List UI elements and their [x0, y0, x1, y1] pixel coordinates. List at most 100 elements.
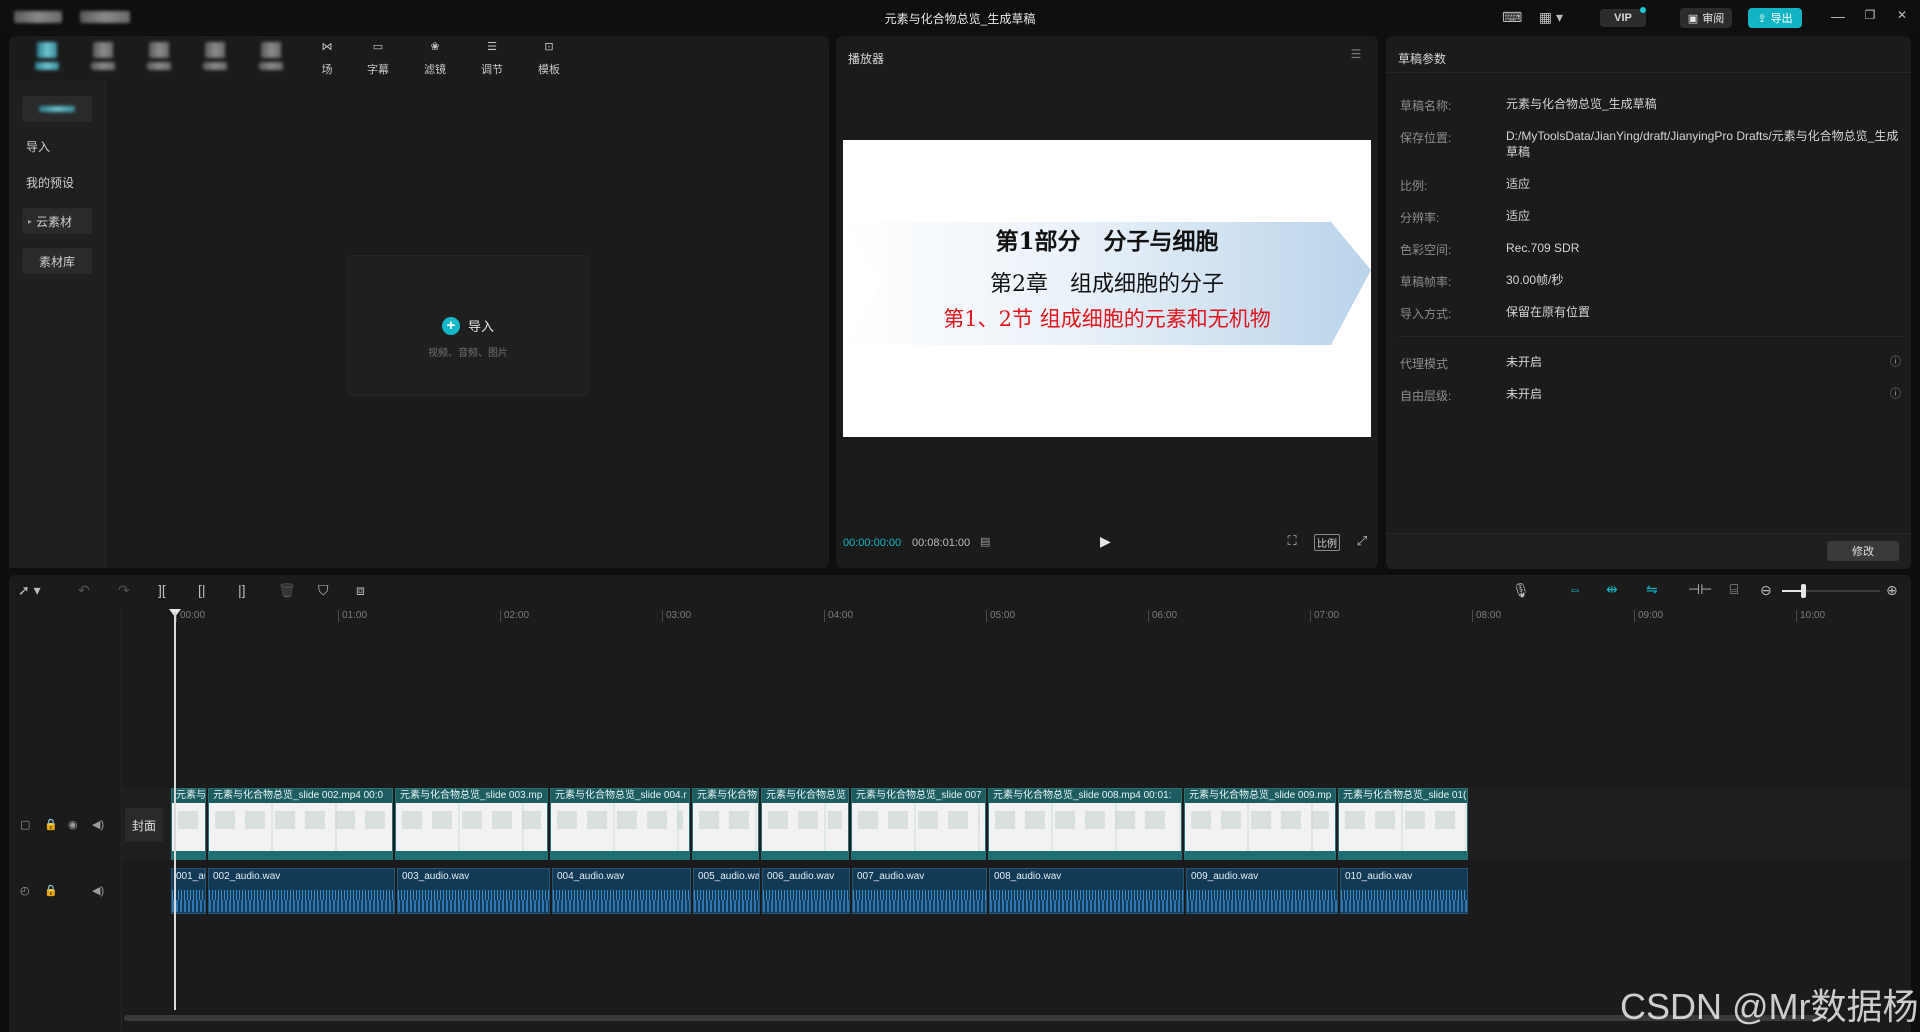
- video-clip[interactable]: 元素与化合物总览_slide 009.mp: [1184, 788, 1336, 860]
- media-tab-4[interactable]: [190, 42, 240, 70]
- trim-right-icon[interactable]: |]: [238, 582, 246, 598]
- video-clip-thumbnails: [172, 803, 205, 851]
- video-clip[interactable]: 元素与化合物总览_slide 004.r: [550, 788, 690, 860]
- fit-screen-icon[interactable]: ⛶: [1283, 533, 1301, 549]
- crop-icon[interactable]: ⧈: [356, 582, 365, 599]
- minimize-icon[interactable]: —: [1830, 8, 1846, 24]
- review-button[interactable]: ▣ 审阅: [1680, 8, 1732, 28]
- import-label: 导入: [467, 319, 494, 334]
- audio-waveform: [990, 884, 1183, 913]
- nav-item-import[interactable]: 导入: [10, 133, 90, 159]
- fullscreen-icon[interactable]: ⤢: [1354, 533, 1370, 549]
- media-tab-caption[interactable]: ▭ 字幕: [353, 40, 403, 77]
- undo-icon[interactable]: ↶: [78, 582, 90, 599]
- video-clip-label: 元素与化合物总览_slide 009.mp: [1185, 789, 1335, 803]
- cover-button[interactable]: 封面: [125, 808, 163, 842]
- media-tab-2[interactable]: [78, 42, 128, 70]
- player-menu-icon[interactable]: ☰: [1348, 47, 1364, 61]
- main-track-magnet-icon[interactable]: ⇔: [1568, 581, 1582, 597]
- audio-waveform: [209, 884, 394, 913]
- prop-value-colorspace: Rec.709 SDR: [1506, 241, 1580, 255]
- mark-icon[interactable]: ⛉: [318, 582, 329, 599]
- video-clip[interactable]: 元素与化合物总览_slide 002.mp4 00:0: [208, 788, 393, 860]
- prop-value-path: D:/MyToolsData/JianYing/draft/JianyingPr…: [1506, 129, 1899, 159]
- trim-left-icon[interactable]: [|: [198, 582, 206, 598]
- media-tab-filter[interactable]: ❀ 滤镜: [410, 40, 460, 77]
- nav-item-library[interactable]: 素材库: [22, 248, 92, 274]
- timecode-format-icon[interactable]: ▤: [980, 535, 990, 548]
- media-tab-5[interactable]: [246, 42, 296, 70]
- audio-track-toggle-icon[interactable]: ◴: [20, 884, 30, 897]
- timeline-scrollbar[interactable]: [124, 1015, 1824, 1021]
- linkage-icon[interactable]: ⇋: [1646, 581, 1658, 598]
- audio-lock-icon[interactable]: 🔒: [44, 884, 58, 897]
- video-clip-label: 元素与化合物: [693, 789, 758, 803]
- media-tab-template[interactable]: ⊡ 模板: [524, 40, 574, 77]
- audio-waveform: [398, 884, 549, 913]
- video-clip[interactable]: 元素与化合物: [692, 788, 759, 860]
- layout-icon[interactable]: ▦ ▾: [1536, 9, 1566, 26]
- audio-clip[interactable]: 009_audio.wav: [1186, 868, 1338, 914]
- audio-clip-label: 009_audio.wav: [1191, 871, 1259, 882]
- ruler-tick: 09:00: [1634, 610, 1663, 622]
- audio-clip[interactable]: 006_audio.wav: [762, 868, 850, 914]
- play-button[interactable]: ▶: [1100, 533, 1111, 550]
- prop-label-framerate: 草稿帧率:: [1400, 275, 1452, 289]
- export-button[interactable]: ⇪ 导出: [1748, 8, 1802, 28]
- import-dropzone[interactable]: + 导入 视频、音频、图片: [347, 255, 589, 396]
- audio-clip[interactable]: 005_audio.wa: [693, 868, 760, 914]
- audio-clip[interactable]: 008_audio.wav: [989, 868, 1184, 914]
- help-icon[interactable]: ⓘ: [1890, 385, 1901, 401]
- preview-axis-icon[interactable]: ⊣⊢: [1688, 581, 1712, 598]
- media-tab-adjust[interactable]: ☰ 调节: [467, 40, 517, 77]
- redo-icon[interactable]: ↷: [118, 582, 130, 599]
- volume-icon[interactable]: ◀): [92, 818, 104, 831]
- ratio-button[interactable]: 比例: [1314, 534, 1340, 551]
- close-icon[interactable]: ✕: [1894, 8, 1910, 22]
- audio-waveform: [853, 884, 986, 913]
- prop-label-import-mode: 导入方式:: [1400, 307, 1452, 321]
- media-tab-3[interactable]: [134, 42, 184, 70]
- transition-icon: ⋈: [321, 41, 333, 53]
- audio-clip[interactable]: 003_audio.wav: [397, 868, 550, 914]
- nav-top-item[interactable]: [22, 96, 92, 122]
- video-clip[interactable]: 元素与化合物总览_slide 008.mp4 00:01:: [988, 788, 1182, 860]
- auto-snap-icon[interactable]: ⇹: [1606, 581, 1618, 598]
- zoom-out-icon[interactable]: ⊖: [1760, 582, 1772, 599]
- track-toggle-icon[interactable]: ▢: [20, 818, 30, 831]
- lock-icon[interactable]: 🔒: [44, 818, 58, 831]
- video-clip-thumbnails: [762, 803, 848, 851]
- video-clip-audio-bar: [209, 851, 392, 859]
- vip-button[interactable]: VIP: [1600, 9, 1646, 27]
- modify-button[interactable]: 修改: [1827, 541, 1899, 561]
- audio-clip[interactable]: 010_audio.wav: [1340, 868, 1468, 914]
- media-tab-transition[interactable]: ⋈ 场: [302, 40, 352, 77]
- audio-clip[interactable]: 002_audio.wav: [208, 868, 395, 914]
- playhead-line[interactable]: [174, 612, 176, 1010]
- zoom-in-icon[interactable]: ⊕: [1886, 582, 1898, 599]
- zoom-slider-handle[interactable]: [1801, 584, 1806, 598]
- media-tab-1[interactable]: [22, 42, 72, 70]
- nav-item-my-presets[interactable]: 我的预设: [10, 169, 90, 195]
- video-clip[interactable]: 元素与化合物总览_slide 003.mp: [395, 788, 548, 860]
- nav-item-cloud[interactable]: ▸ 云素材: [22, 208, 92, 234]
- audio-clip-label: 007_audio.wav: [857, 871, 925, 882]
- video-clip[interactable]: 元素与化合物总览: [761, 788, 849, 860]
- audio-clip[interactable]: 004_audio.wav: [552, 868, 691, 914]
- delete-icon[interactable]: 🗑: [278, 582, 296, 599]
- split-icon[interactable]: ][: [158, 582, 166, 598]
- mic-icon[interactable]: 🎙: [1512, 582, 1530, 599]
- eye-icon[interactable]: ◉: [68, 818, 78, 831]
- audio-volume-icon[interactable]: ◀): [92, 884, 104, 897]
- video-clip[interactable]: 元素与化合物总览_slide 007: [851, 788, 986, 860]
- video-clip[interactable]: 元素与化合物总览_slide 01(: [1338, 788, 1468, 860]
- select-tool-icon[interactable]: ➚ ▾: [18, 582, 41, 599]
- audio-clip[interactable]: 007_audio.wav: [852, 868, 987, 914]
- video-clip[interactable]: 元素与: [171, 788, 206, 860]
- help-icon[interactable]: ⓘ: [1890, 353, 1901, 369]
- time-ruler[interactable]: 00:00 01:00 02:00 03:00 04:00 05:00 06:00 07:00…: [122, 608, 1911, 628]
- timeline-settings-icon[interactable]: ⌸: [1730, 581, 1738, 598]
- audio-clip[interactable]: 001_au: [171, 868, 206, 914]
- shortcut-icon[interactable]: ⌨: [1502, 9, 1522, 26]
- restore-icon[interactable]: ❐: [1862, 8, 1878, 22]
